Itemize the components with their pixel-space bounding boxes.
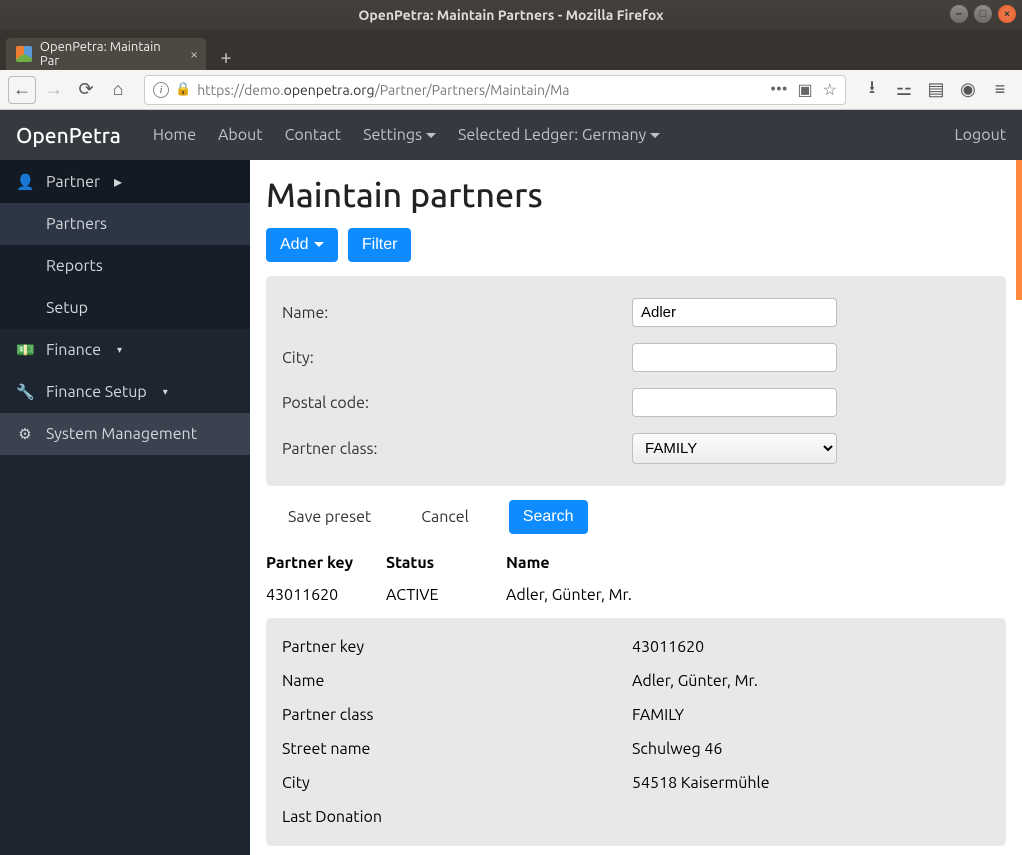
search-button[interactable]: Search [509,500,588,534]
chevron-down-icon: ▾ [117,344,122,356]
filter-postal-label: Postal code: [282,394,632,412]
detail-value-key: 43011620 [632,638,704,656]
tab-favicon-icon [16,46,32,62]
main-content: Maintain partners Add Filter Name: City:… [250,160,1022,855]
page-actions-icon[interactable]: ••• [770,80,787,99]
nav-settings[interactable]: Settings [363,126,436,144]
downloads-icon[interactable]: ⭳ [858,76,886,104]
money-icon: 💵 [16,341,34,359]
cell-key: 43011620 [266,578,386,612]
detail-value-name: Adler, Günter, Mr. [632,672,758,690]
sidebar-icon[interactable]: ▤ [922,76,950,104]
nav-ledger[interactable]: Selected Ledger: Germany [458,126,660,144]
sidebar-label: Finance [46,341,101,359]
sidebar-item-finance-setup[interactable]: 🔧 Finance Setup ▾ [0,371,250,413]
browser-tabstrip: OpenPetra: Maintain Par × + [0,30,1022,70]
sidebar-item-system-management[interactable]: ⚙ System Management [0,413,250,455]
tab-close-icon[interactable]: × [190,46,198,62]
page-title: Maintain partners [266,176,1006,214]
filter-postal-input[interactable] [632,388,837,417]
cell-name: Adler, Günter, Mr. [506,578,1006,612]
brand[interactable]: OpenPetra [16,123,121,147]
home-button[interactable]: ⌂ [104,76,132,104]
nav-contact[interactable]: Contact [285,126,342,144]
bookmark-star-icon[interactable]: ☆ [823,80,837,99]
window-title: OpenPetra: Maintain Partners - Mozilla F… [358,7,663,23]
sidebar-item-finance[interactable]: 💵 Finance ▾ [0,329,250,371]
sidebar-label: Finance Setup [46,383,147,401]
browser-tab[interactable]: OpenPetra: Maintain Par × [6,38,206,70]
detail-panel: Partner key43011620 NameAdler, Günter, M… [266,618,1006,846]
back-button[interactable]: ← [8,76,36,104]
sidebar-item-partners[interactable]: Partners [0,203,250,245]
site-info-icon[interactable]: i [153,82,169,98]
filter-panel: Name: City: Postal code: Partner class: … [266,276,1006,486]
detail-label-street: Street name [282,740,632,758]
filter-class-select[interactable]: FAMILY [632,433,837,464]
window-minimize-button[interactable]: – [950,5,968,23]
chevron-down-icon: ▾ [163,386,168,398]
wrench-icon: 🔧 [16,383,34,401]
forward-button[interactable]: → [40,76,68,104]
filter-class-label: Partner class: [282,440,632,458]
library-icon[interactable]: ⚍ [890,76,918,104]
col-header-status: Status [386,548,506,578]
results-table: Partner key Status Name 43011620 ACTIVE … [266,548,1006,612]
chevron-down-icon [314,236,324,254]
nav-home[interactable]: Home [153,126,196,144]
sidebar-label: System Management [46,425,197,443]
sliders-icon: ⚙ [16,425,34,443]
cell-status: ACTIVE [386,578,506,612]
add-button[interactable]: Add [266,228,338,262]
filter-city-input[interactable] [632,343,837,372]
detail-value-class: FAMILY [632,706,684,724]
extension-icon[interactable]: ◉ [954,76,982,104]
sidebar-item-partner[interactable]: 👤 Partner ▸ [0,160,250,203]
scroll-indicator[interactable] [1016,160,1022,300]
chevron-right-icon: ▸ [114,172,122,191]
filter-name-label: Name: [282,304,632,322]
reload-button[interactable]: ⟳ [72,76,100,104]
new-tab-button[interactable]: + [212,42,240,70]
sidebar-item-reports[interactable]: Reports [0,245,250,287]
app-navbar: OpenPetra Home About Contact Settings Se… [0,110,1022,160]
cancel-button[interactable]: Cancel [411,500,479,534]
detail-value-city: 54518 Kaisermühle [632,774,770,792]
url-bar[interactable]: i 🔒 https://demo.openpetra.org/Partner/P… [144,75,846,105]
detail-label-class: Partner class [282,706,632,724]
tab-title: OpenPetra: Maintain Par [40,40,182,68]
sidebar-item-setup[interactable]: Setup [0,287,250,329]
nav-logout[interactable]: Logout [955,126,1007,144]
url-text: https://demo.openpetra.org/Partner/Partn… [197,82,764,98]
filter-city-label: City: [282,349,632,367]
col-header-key: Partner key [266,548,386,578]
browser-toolbar: ← → ⟳ ⌂ i 🔒 https://demo.openpetra.org/P… [0,70,1022,110]
lock-icon: 🔒 [175,82,191,97]
nav-about[interactable]: About [218,126,263,144]
menu-icon[interactable]: ≡ [986,76,1014,104]
user-icon: 👤 [16,173,34,191]
window-maximize-button[interactable]: □ [974,5,992,23]
table-row[interactable]: 43011620 ACTIVE Adler, Günter, Mr. [266,578,1006,612]
col-header-name: Name [506,548,1006,578]
detail-label-last: Last Donation [282,808,632,826]
sidebar-label: Partner [46,173,100,191]
save-preset-button[interactable]: Save preset [278,500,381,534]
window-close-button[interactable]: × [998,5,1016,23]
detail-label-key: Partner key [282,638,632,656]
detail-value-street: Schulweg 46 [632,740,722,758]
filter-name-input[interactable] [632,298,837,327]
window-titlebar: OpenPetra: Maintain Partners - Mozilla F… [0,0,1022,30]
filter-button[interactable]: Filter [348,228,412,262]
sidebar: 👤 Partner ▸ Partners Reports Setup 💵 Fin… [0,160,250,855]
detail-label-name: Name [282,672,632,690]
reader-mode-icon[interactable]: ▣ [798,80,813,99]
detail-label-city: City [282,774,632,792]
